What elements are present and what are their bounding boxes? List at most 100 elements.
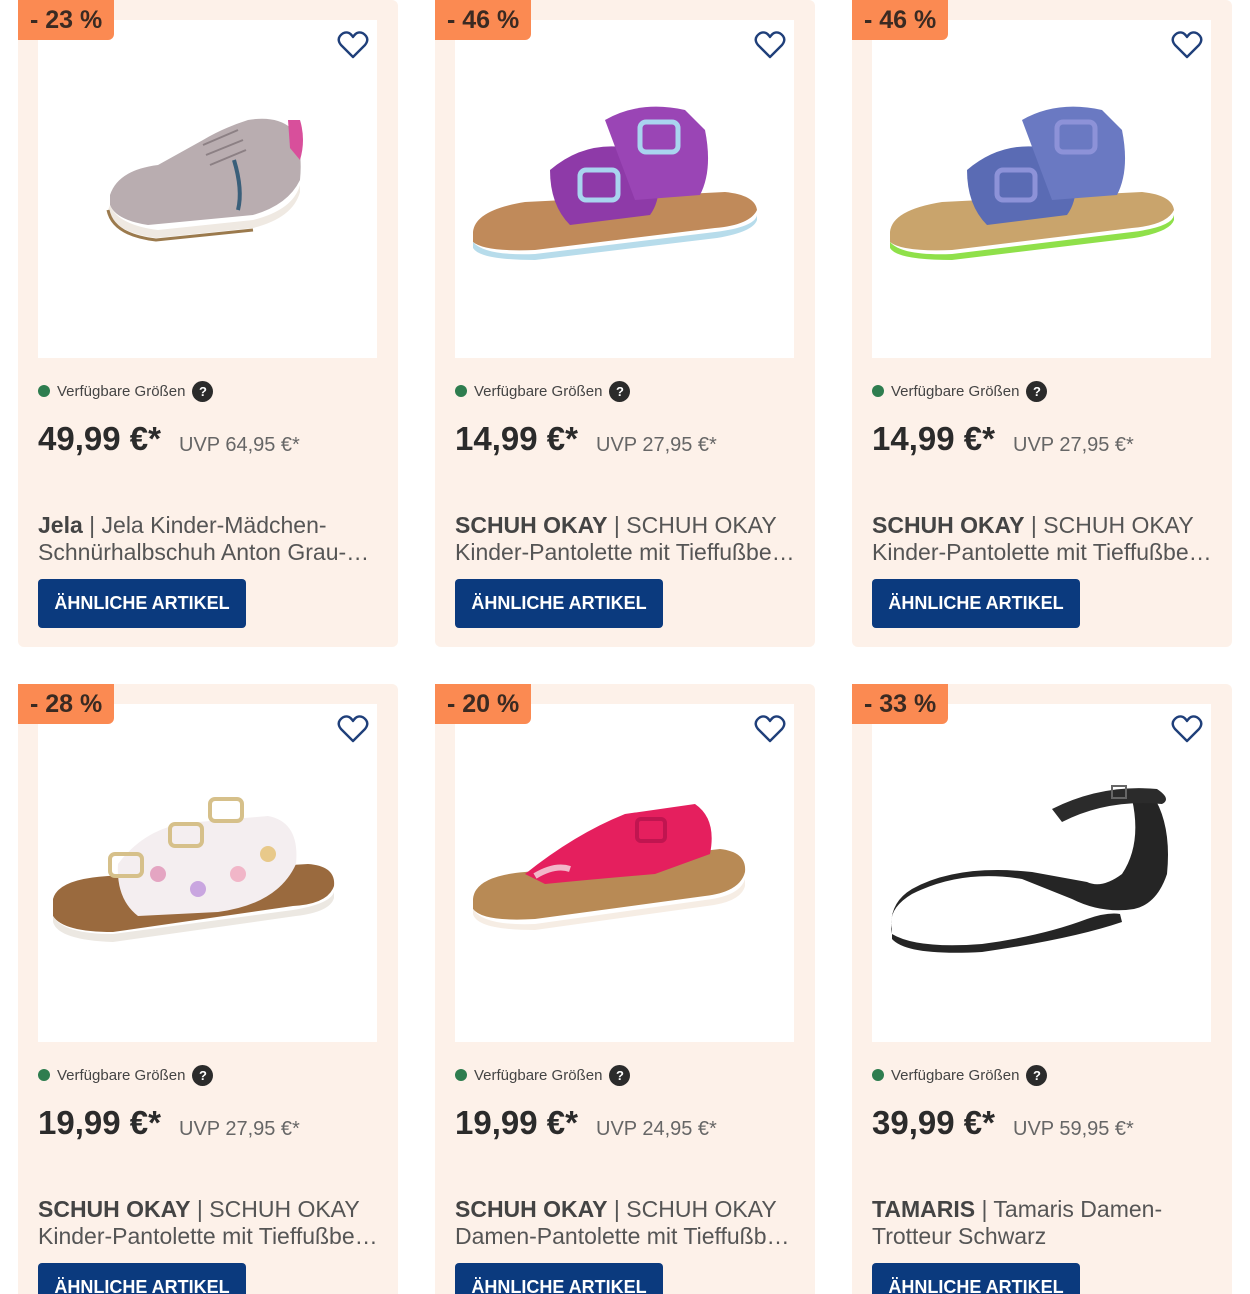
- availability-label: Verfügbare Größen: [891, 382, 1020, 400]
- product-title[interactable]: TAMARIS | Tamaris Damen- Trotteur Schwar…: [872, 1196, 1217, 1250]
- product-name-line1: Tamaris Damen-: [993, 1196, 1163, 1222]
- brand-name: SCHUH OKAY: [38, 1196, 191, 1222]
- product-image[interactable]: [872, 704, 1211, 1042]
- product-name-line2: Damen-Pantolette mit Tieffußbe…: [455, 1223, 800, 1249]
- product-card[interactable]: - 20 % Verfügbare Größen ? 19,99 €* UVP …: [435, 684, 815, 1294]
- sandal-image: [473, 106, 757, 260]
- availability-label: Verfügbare Größen: [474, 382, 603, 400]
- availability-indicator[interactable]: Verfügbare Größen ?: [872, 1064, 1048, 1086]
- price: 19,99 €*: [38, 1104, 161, 1141]
- product-card[interactable]: - 23 % Verfügbare Größen ? 49,99 €* UVP …: [18, 0, 398, 647]
- availability-indicator[interactable]: Verfügbare Größen ?: [455, 1064, 631, 1086]
- availability-dot: [38, 1069, 50, 1081]
- sandal-image: [890, 106, 1174, 260]
- availability-dot: [872, 385, 884, 397]
- availability-label: Verfügbare Größen: [57, 382, 186, 400]
- product-name-line2: Kinder-Pantolette mit Tieffußbet…: [872, 539, 1217, 565]
- product-card[interactable]: - 33 % Verfügbare Größen ? 39,99 €* UVP …: [852, 684, 1232, 1294]
- product-card[interactable]: - 46 % Verfügbare Größen ? 14,99 €* UVP …: [435, 0, 815, 647]
- similar-articles-button[interactable]: ÄHNLICHE ARTIKEL: [38, 1263, 246, 1294]
- product-image[interactable]: [38, 20, 377, 358]
- uvp-price: UVP 64,95 €*: [179, 434, 300, 456]
- heart-icon[interactable]: [337, 30, 369, 60]
- product-name-line1: SCHUH OKAY: [1043, 512, 1194, 538]
- availability-dot: [455, 385, 467, 397]
- product-name-line1: SCHUH OKAY: [209, 1196, 360, 1222]
- help-icon[interactable]: ?: [609, 380, 631, 402]
- uvp-price: UVP 59,95 €*: [1013, 1118, 1134, 1140]
- product-title[interactable]: SCHUH OKAY | SCHUH OKAY Kinder-Pantolett…: [38, 1196, 383, 1250]
- title-separator: |: [607, 512, 627, 538]
- product-name-line2: Schnürhalbschuh Anton Grau-…: [38, 539, 370, 565]
- heart-icon[interactable]: [754, 30, 786, 60]
- similar-articles-button[interactable]: ÄHNLICHE ARTIKEL: [455, 579, 663, 628]
- similar-articles-button[interactable]: ÄHNLICHE ARTIKEL: [872, 579, 1080, 628]
- discount-badge: - 23 %: [18, 0, 115, 40]
- product-image[interactable]: [38, 704, 377, 1042]
- discount-badge: - 46 %: [435, 0, 532, 40]
- uvp-price: UVP 27,95 €*: [596, 434, 717, 456]
- brand-name: SCHUH OKAY: [455, 1196, 608, 1222]
- heart-icon[interactable]: [1171, 714, 1203, 744]
- availability-label: Verfügbare Größen: [474, 1066, 603, 1084]
- heart-icon[interactable]: [337, 714, 369, 744]
- sneaker-image: [106, 118, 303, 242]
- toe-post-sandal-image: [473, 804, 746, 930]
- product-title[interactable]: SCHUH OKAY | SCHUH OKAY Damen-Pantolette…: [455, 1196, 800, 1250]
- brand-name: TAMARIS: [872, 1196, 976, 1222]
- price: 49,99 €*: [38, 420, 161, 457]
- product-name-line2: Trotteur Schwarz: [872, 1223, 1047, 1249]
- sandal-image: [53, 797, 335, 942]
- similar-articles-button[interactable]: ÄHNLICHE ARTIKEL: [455, 1263, 663, 1294]
- heart-icon[interactable]: [754, 714, 786, 744]
- availability-indicator[interactable]: Verfügbare Größen ?: [38, 380, 214, 402]
- brand-name: SCHUH OKAY: [455, 512, 608, 538]
- product-title[interactable]: Jela | Jela Kinder-Mädchen- Schnürhalbsc…: [38, 512, 383, 566]
- price: 14,99 €*: [455, 420, 578, 457]
- product-card[interactable]: - 28 % Verfügbare Größen ? 19,99 €* UVP …: [18, 684, 398, 1294]
- product-name-line1: SCHUH OKAY: [626, 1196, 777, 1222]
- help-icon[interactable]: ?: [1026, 1064, 1048, 1086]
- similar-articles-button[interactable]: ÄHNLICHE ARTIKEL: [872, 1263, 1080, 1294]
- price: 39,99 €*: [872, 1104, 995, 1141]
- price: 14,99 €*: [872, 420, 995, 457]
- help-icon[interactable]: ?: [609, 1064, 631, 1086]
- product-title[interactable]: SCHUH OKAY | SCHUH OKAY Kinder-Pantolett…: [455, 512, 800, 566]
- product-image[interactable]: [455, 704, 794, 1042]
- help-icon[interactable]: ?: [1026, 380, 1048, 402]
- title-separator: |: [190, 1196, 210, 1222]
- title-separator: |: [607, 1196, 627, 1222]
- discount-badge: - 28 %: [18, 684, 115, 724]
- help-icon[interactable]: ?: [192, 380, 214, 402]
- availability-label: Verfügbare Größen: [57, 1066, 186, 1084]
- help-icon[interactable]: ?: [192, 1064, 214, 1086]
- availability-dot: [455, 1069, 467, 1081]
- uvp-price: UVP 24,95 €*: [596, 1118, 717, 1140]
- title-separator: |: [1024, 512, 1044, 538]
- availability-indicator[interactable]: Verfügbare Größen ?: [872, 380, 1048, 402]
- product-name-line1: Jela Kinder-Mädchen-: [101, 512, 327, 538]
- availability-indicator[interactable]: Verfügbare Größen ?: [38, 1064, 214, 1086]
- flat-shoe-image: [891, 785, 1168, 953]
- product-image[interactable]: [455, 20, 794, 358]
- heart-icon[interactable]: [1171, 30, 1203, 60]
- product-image[interactable]: [872, 20, 1211, 358]
- product-name-line1: SCHUH OKAY: [626, 512, 777, 538]
- product-title[interactable]: SCHUH OKAY | SCHUH OKAY Kinder-Pantolett…: [872, 512, 1217, 566]
- uvp-price: UVP 27,95 €*: [1013, 434, 1134, 456]
- price: 19,99 €*: [455, 1104, 578, 1141]
- similar-articles-button[interactable]: ÄHNLICHE ARTIKEL: [38, 579, 246, 628]
- uvp-price: UVP 27,95 €*: [179, 1118, 300, 1140]
- brand-name: SCHUH OKAY: [872, 512, 1025, 538]
- availability-indicator[interactable]: Verfügbare Größen ?: [455, 380, 631, 402]
- brand-name: Jela: [38, 512, 83, 538]
- product-name-line2: Kinder-Pantolette mit Tieffußbet…: [38, 1223, 383, 1249]
- product-name-line2: Kinder-Pantolette mit Tieffußbet…: [455, 539, 800, 565]
- availability-dot: [38, 385, 50, 397]
- availability-dot: [872, 1069, 884, 1081]
- title-separator: |: [975, 1196, 994, 1222]
- product-card[interactable]: - 46 % Verfügbare Größen ? 14,99 €* UVP …: [852, 0, 1232, 647]
- discount-badge: - 33 %: [852, 684, 949, 724]
- discount-badge: - 46 %: [852, 0, 949, 40]
- discount-badge: - 20 %: [435, 684, 532, 724]
